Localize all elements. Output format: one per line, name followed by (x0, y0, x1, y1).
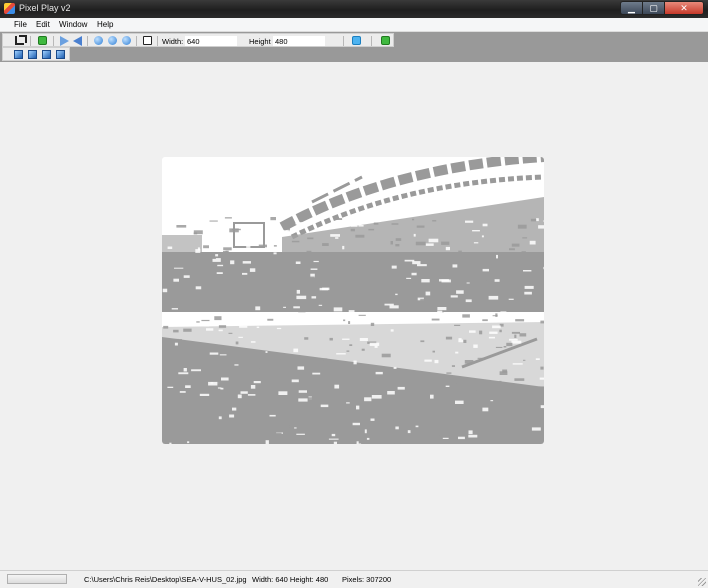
crop-icon[interactable] (15, 35, 27, 45)
status-dimensions: Width: 640 Height: 480 (252, 575, 329, 584)
canvas-area (0, 62, 708, 570)
window-title: Pixel Play v2 (19, 3, 71, 13)
status-pixels: Pixels: 307200 (342, 575, 392, 584)
toolbar-separator (30, 36, 31, 46)
progress-bar (7, 574, 67, 584)
toolbar-separator (157, 36, 158, 46)
image-3-icon[interactable] (42, 50, 51, 59)
status-bar: C:\Users\Chris Reis\Desktop\SEA-V-HUS_02… (0, 570, 708, 588)
menu-file[interactable]: File (14, 20, 27, 29)
flip-vertical-icon[interactable] (60, 36, 69, 46)
status-file-path: C:\Users\Chris Reis\Desktop\SEA-V-HUS_02… (84, 575, 247, 584)
image-preview[interactable] (162, 157, 544, 444)
image-1-icon[interactable] (14, 50, 23, 59)
toolbar-area: Width: Height (0, 32, 708, 62)
title-bar: Pixel Play v2 ▁ ▢ ✕ (0, 0, 708, 19)
height-label: Height (249, 37, 271, 46)
toolbar-separator (343, 36, 344, 46)
border-icon[interactable] (143, 36, 152, 45)
resize-icon[interactable] (352, 36, 361, 45)
toolbar-separator (136, 36, 137, 46)
image-2-icon[interactable] (28, 50, 37, 59)
toolbar-separator (87, 36, 88, 46)
resize-grip[interactable] (698, 578, 706, 586)
toolbar-separator (371, 36, 372, 46)
menu-edit[interactable]: Edit (36, 20, 50, 29)
image-4-icon[interactable] (56, 50, 65, 59)
menu-window[interactable]: Window (59, 20, 87, 29)
edge-filtered-image (162, 157, 544, 444)
rotate-left-icon[interactable] (108, 36, 117, 45)
secondary-toolstrip (2, 47, 70, 61)
menu-help[interactable]: Help (97, 20, 113, 29)
flip-horizontal-icon[interactable] (73, 36, 82, 46)
toolbar-separator (53, 36, 54, 46)
height-input[interactable] (273, 36, 325, 46)
maximize-button[interactable]: ▢ (642, 1, 664, 15)
rotate-green-icon[interactable] (38, 36, 47, 45)
width-label: Width: (162, 37, 184, 46)
apply-icon[interactable] (381, 36, 390, 45)
width-input[interactable] (185, 36, 237, 46)
app-icon (4, 3, 15, 14)
window-controls: ▁ ▢ ✕ (620, 1, 704, 15)
close-button[interactable]: ✕ (664, 1, 704, 15)
main-toolstrip: Width: Height (2, 33, 394, 47)
refresh-icon[interactable] (94, 36, 103, 45)
minimize-button[interactable]: ▁ (620, 1, 642, 15)
menu-bar: File Edit Window Help (0, 18, 708, 32)
rotate-right-icon[interactable] (122, 36, 131, 45)
